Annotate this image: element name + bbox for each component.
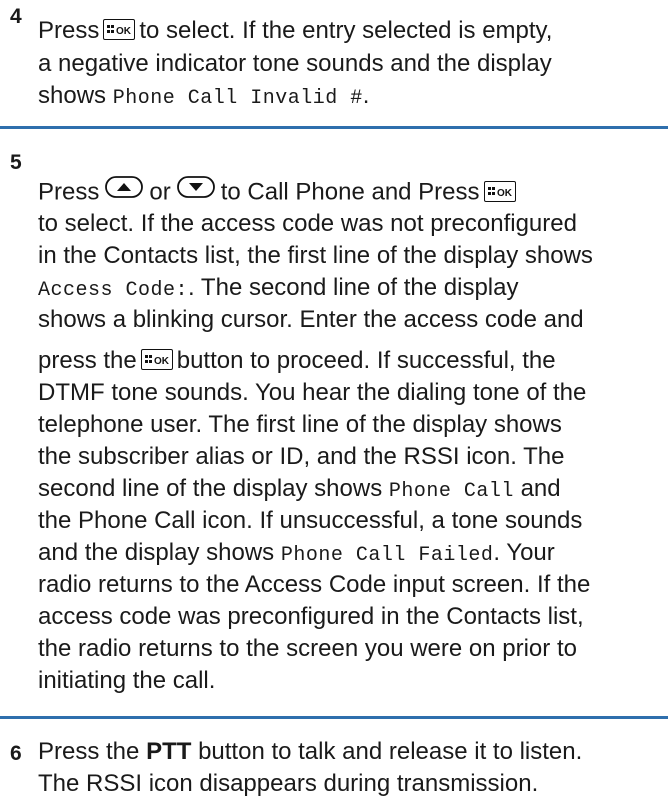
up-arrow-key-icon bbox=[105, 175, 144, 207]
step-5-line-11: the Phone Call icon. If unsuccessful, a … bbox=[38, 507, 583, 534]
svg-text:OK: OK bbox=[154, 356, 170, 367]
svg-text:OK: OK bbox=[116, 26, 132, 37]
step-6-line-2: The RSSI icon disappears during transmis… bbox=[38, 770, 539, 797]
menu-ok-key-icon: OK bbox=[103, 19, 136, 41]
step-4-line-1: Press OK to select. If the entry selected … bbox=[38, 15, 668, 47]
step-number: 4 bbox=[10, 5, 22, 28]
text: shows bbox=[38, 82, 107, 109]
display-text: Phone Call bbox=[388, 480, 514, 503]
step-5-line-15: the radio returns to the screen you were… bbox=[38, 635, 577, 662]
step-5-line-9: the subscriber alias or ID, and the RSSI… bbox=[38, 443, 565, 470]
text: button to proceed. If successful, the bbox=[176, 347, 556, 374]
step-5-line-6: press the OK button to proceed. If success… bbox=[38, 345, 668, 377]
menu-ok-key-icon: OK bbox=[140, 349, 173, 371]
divider bbox=[0, 716, 668, 719]
ptt-label: PTT bbox=[146, 738, 192, 765]
text: . bbox=[362, 82, 370, 109]
text: and bbox=[520, 475, 561, 502]
step-5-line-16: initiating the call. bbox=[38, 667, 216, 694]
down-arrow-key-icon bbox=[176, 175, 215, 207]
text: . The second line of the display bbox=[188, 274, 519, 301]
divider bbox=[0, 126, 668, 129]
step-5-line-7: DTMF tone sounds. You hear the dialing t… bbox=[38, 379, 587, 406]
step-5-line-5: shows a blinking cursor. Enter the acces… bbox=[38, 306, 584, 333]
menu-ok-key-icon: OK bbox=[483, 180, 516, 202]
display-text: Phone Call Invalid # bbox=[112, 87, 363, 110]
step-5-line-14: access code was preconfigured in the Con… bbox=[38, 603, 584, 630]
text: second line of the display shows bbox=[38, 475, 383, 502]
display-text: Access Code: bbox=[38, 279, 189, 302]
step-5-line-10: second line of the display shows Phone C… bbox=[38, 473, 668, 508]
step-number: 5 bbox=[10, 151, 22, 174]
text: . Your bbox=[493, 539, 555, 566]
text: to select. If the entry selected is empt… bbox=[139, 17, 553, 44]
step-4-line-2: a negative indicator tone sounds and the… bbox=[38, 50, 552, 77]
step-5-line-12: and the display shows Phone Call Failed.… bbox=[38, 537, 668, 572]
text: press the bbox=[38, 347, 137, 374]
step-5-line-4: Access Code:. The second line of the dis… bbox=[38, 272, 668, 307]
step-5-line-13: radio returns to the Access Code input s… bbox=[38, 571, 591, 598]
text: or bbox=[149, 178, 171, 206]
step-5-line-2: to select. If the access code was not pr… bbox=[38, 210, 577, 237]
text: Press the bbox=[38, 738, 140, 765]
step-5-line-8: telephone user. The first line of the di… bbox=[38, 411, 562, 438]
text: and the display shows bbox=[38, 539, 275, 566]
text: to Call Phone and Press bbox=[220, 178, 480, 206]
step-6-line-1: Press the PTT button to talk and release… bbox=[38, 736, 668, 768]
step-4-line-3: shows Phone Call Invalid #. bbox=[38, 80, 668, 115]
display-text: Phone Call Failed bbox=[280, 544, 494, 567]
step-5-line-1: Press or to Call Phone and Press OK bbox=[38, 175, 668, 211]
text: Press bbox=[38, 17, 100, 44]
step-5-line-3: in the Contacts list, the first line of … bbox=[38, 242, 593, 269]
text: Press bbox=[38, 178, 100, 206]
text: button to talk and release it to listen. bbox=[198, 738, 583, 765]
svg-text:OK: OK bbox=[497, 188, 513, 199]
step-number: 6 bbox=[10, 742, 22, 765]
